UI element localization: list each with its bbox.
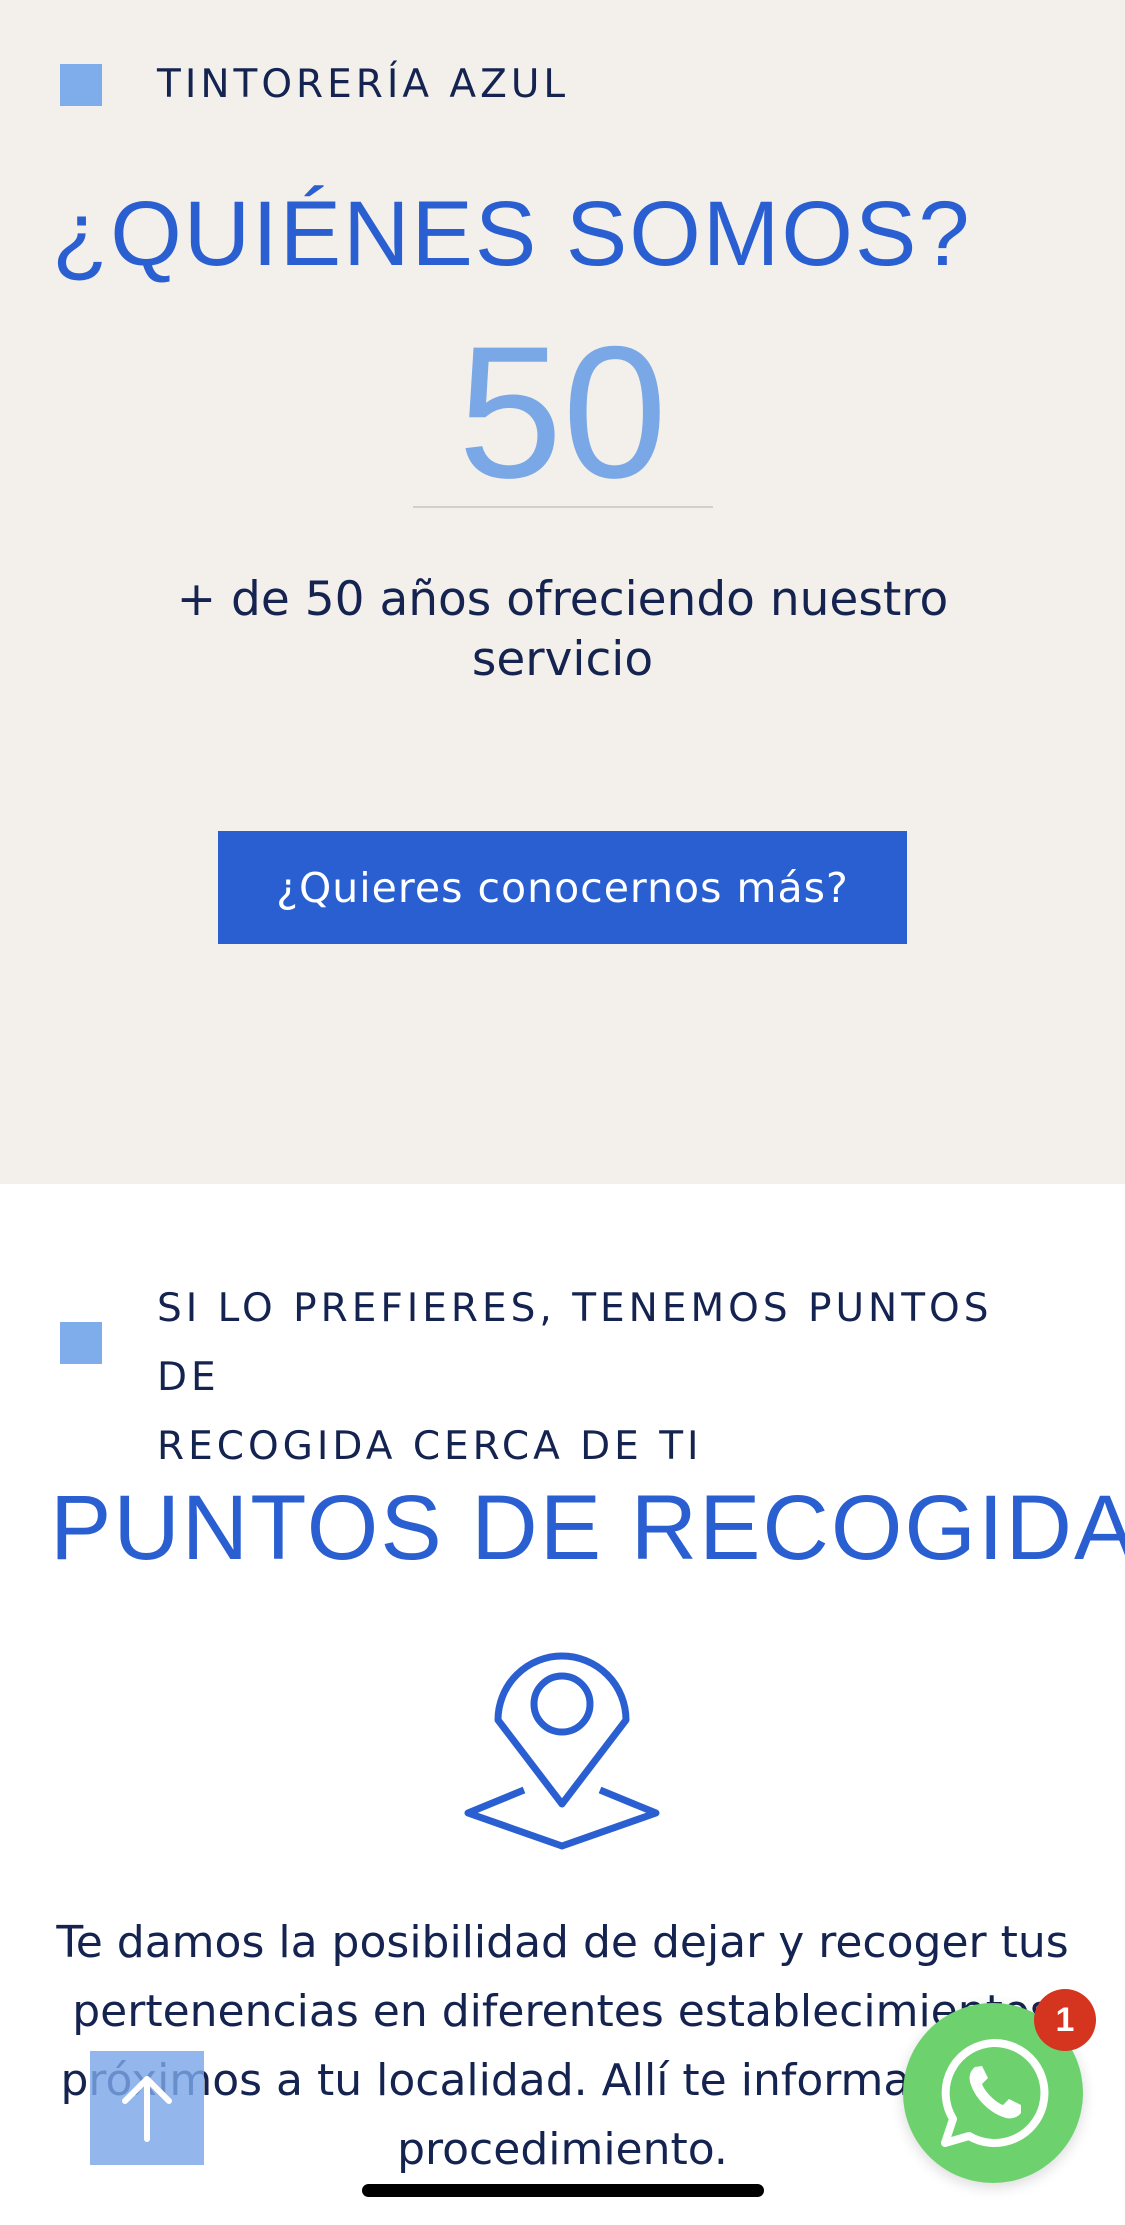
whatsapp-icon	[941, 2038, 1049, 2147]
counter-divider	[413, 506, 713, 508]
eyebrow-square-icon	[60, 64, 102, 106]
about-eyebrow: TINTORERÍA AZUL	[157, 62, 570, 107]
pickup-eyebrow: SI LO PREFIERES, TENEMOS PUNTOS DE RECOG…	[157, 1274, 1057, 1481]
counter-caption: + de 50 años ofreciendo nuestro servicio	[176, 572, 949, 687]
arrow-up-icon	[122, 2076, 172, 2142]
pickup-eyebrow-line1: SI LO PREFIERES, TENEMOS PUNTOS DE	[157, 1286, 993, 1400]
notification-badge: 1	[1034, 1989, 1096, 2051]
years-counter: 50	[457, 307, 668, 517]
about-title: ¿QUIÉNES SOMOS?	[52, 183, 972, 285]
eyebrow-square-icon	[60, 1322, 102, 1364]
learn-more-button[interactable]: ¿Quieres conocernos más?	[218, 831, 907, 944]
home-indicator	[362, 2184, 764, 2197]
pickup-title: PUNTOS DE RECOGIDA	[50, 1477, 1125, 1579]
pickup-eyebrow-line2: RECOGIDA CERCA DE TI	[157, 1424, 703, 1469]
location-pin-icon	[464, 1652, 660, 1850]
scroll-to-top-button[interactable]	[90, 2051, 204, 2165]
